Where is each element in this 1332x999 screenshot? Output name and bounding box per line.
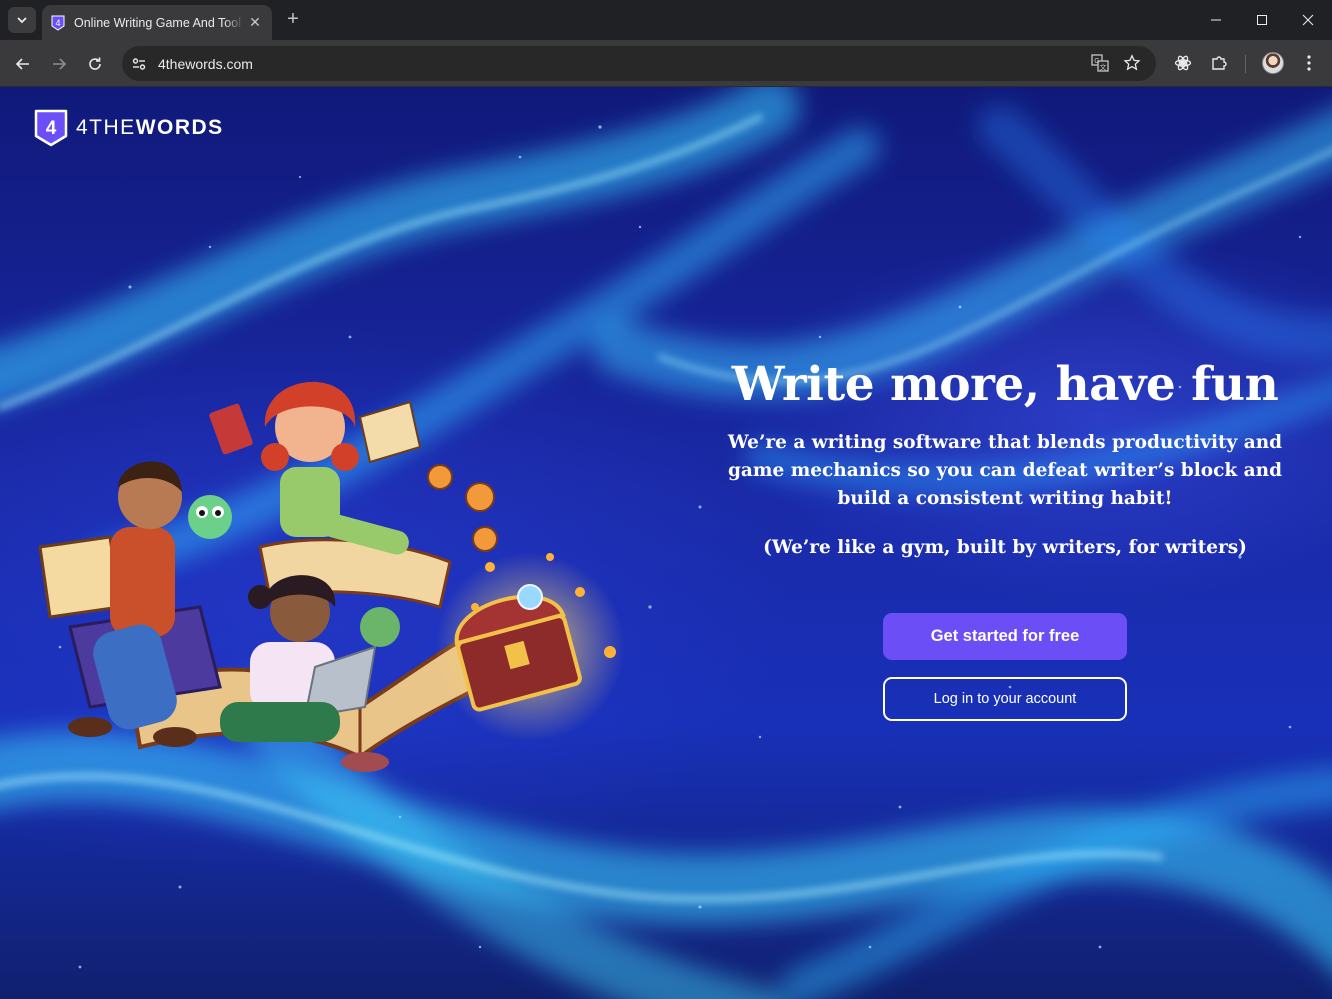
reload-button[interactable] (82, 51, 108, 77)
url-text[interactable]: 4thewords.com (158, 56, 253, 72)
hero-headline: Write more, have fun (731, 357, 1279, 412)
translate-icon: G 文 (1091, 54, 1109, 72)
logo-suffix: WORDS (135, 116, 224, 139)
forward-icon (53, 58, 67, 70)
browser-toolbar: 4thewords.com G 文 (0, 40, 1332, 87)
bookmark-button[interactable] (1120, 51, 1144, 75)
extension-button[interactable] (1171, 51, 1195, 75)
site-info-icon (132, 57, 146, 70)
puzzle-icon (1212, 56, 1227, 70)
more-vert-icon (1307, 55, 1311, 71)
tab-search-button[interactable] (8, 7, 36, 33)
minimize-button[interactable] (1204, 8, 1228, 32)
plus-icon: + (287, 8, 299, 30)
extensions-menu-button[interactable] (1207, 51, 1231, 75)
new-tab-button[interactable]: + (282, 9, 304, 31)
tab-strip: 4 Online Writing Game And Tool ✕ + (0, 0, 1332, 40)
landing-page: 4 4THEWORDS Write more, have fun We’re a… (0, 87, 1332, 999)
back-icon (15, 58, 29, 70)
active-tab[interactable]: 4 Online Writing Game And Tool ✕ (42, 5, 272, 40)
toolbar-divider (1245, 55, 1246, 73)
close-window-icon (1302, 14, 1314, 26)
chevron-down-icon (17, 17, 27, 24)
extension-gear-icon (1174, 55, 1192, 71)
maximize-icon (1257, 15, 1267, 25)
more-menu-button[interactable] (1297, 51, 1321, 75)
reload-icon (89, 57, 101, 70)
maximize-button[interactable] (1250, 8, 1274, 32)
forward-button[interactable] (46, 51, 72, 77)
logo-prefix: 4THE (76, 116, 136, 139)
avatar[interactable] (1262, 52, 1284, 74)
4thewords-favicon: 4 (51, 15, 65, 31)
star-icon (1123, 54, 1141, 71)
back-button[interactable] (10, 51, 36, 77)
translate-button[interactable]: G 文 (1088, 51, 1112, 75)
hero-section: Write more, have fun We’re a writing sof… (700, 357, 1310, 558)
svg-text:4: 4 (46, 118, 57, 139)
login-button[interactable]: Log in to your account (883, 677, 1127, 721)
minimize-icon (1211, 19, 1221, 21)
close-window-button[interactable] (1296, 8, 1320, 32)
svg-text:文: 文 (1100, 63, 1107, 72)
character-girl-red-hair (209, 381, 422, 555)
svg-text:4: 4 (55, 18, 60, 28)
logo-shield-icon: 4 (34, 109, 68, 147)
site-logo[interactable]: 4 4THEWORDS (34, 109, 224, 147)
tab-title: Online Writing Game And Tool (74, 15, 241, 30)
logo-wordmark: 4THEWORDS (76, 116, 224, 140)
get-started-button[interactable]: Get started for free (883, 613, 1127, 660)
hero-subheadline: We’re a writing software that blends pro… (727, 432, 1283, 510)
hero-illustration (38, 381, 625, 772)
hero-tagline: (We’re like a gym, built by writers, for… (763, 537, 1247, 559)
site-info-button[interactable] (125, 50, 153, 78)
address-bar[interactable]: 4thewords.com G 文 (122, 46, 1156, 81)
tab-close-icon[interactable]: ✕ (246, 14, 264, 32)
